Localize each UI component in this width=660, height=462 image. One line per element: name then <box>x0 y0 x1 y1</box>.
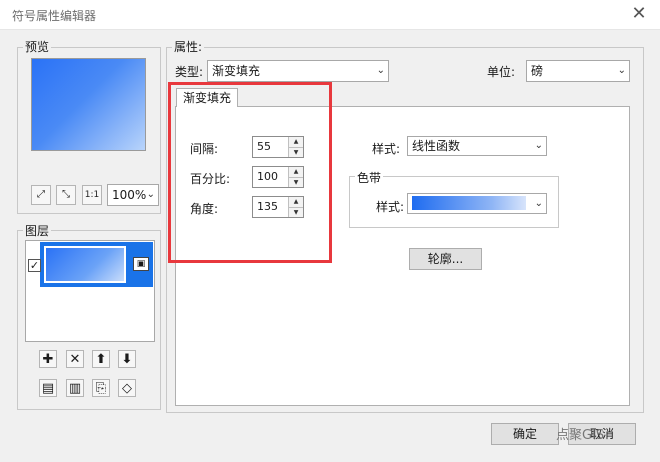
layer-thumbnail <box>44 246 126 283</box>
title-bar: 符号属性编辑器 ✕ <box>0 0 660 30</box>
chevron-down-icon: ⌄ <box>534 198 543 209</box>
type-value: 渐变填充 <box>212 64 261 78</box>
zoom-value: 100% <box>112 188 147 202</box>
move-up-icon[interactable]: ⬆ <box>92 350 110 368</box>
zoom-extent-icon[interactable]: ⤡ <box>56 185 76 205</box>
window-title: 符号属性编辑器 <box>12 9 97 23</box>
unit-select[interactable]: 磅 ⌄ <box>526 60 630 82</box>
paste-layer-icon[interactable]: ▥ <box>66 379 84 397</box>
style-select[interactable]: 线性函数 ⌄ <box>407 136 547 156</box>
layers-label: 图层 <box>23 222 52 239</box>
copy-layer-icon[interactable]: ▤ <box>39 379 57 397</box>
chevron-down-icon: ⌄ <box>534 140 543 151</box>
actual-size-icon[interactable]: 1:1 <box>82 185 102 205</box>
type-label: 类型: <box>175 65 204 79</box>
bottom-strip <box>0 448 660 462</box>
colorramp-swatch <box>412 196 526 210</box>
layer-lock-icon[interactable]: ▣ <box>133 257 149 271</box>
properties-label: 属性: <box>172 38 205 55</box>
chevron-down-icon: ⌄ <box>617 65 626 76</box>
style-label: 样式: <box>372 142 401 156</box>
preview-label: 预览 <box>23 38 52 55</box>
chevron-down-icon: ⌄ <box>376 65 385 76</box>
chevron-down-icon: ⌄ <box>146 189 155 200</box>
unit-value: 磅 <box>531 64 544 78</box>
ramp-style-label: 样式: <box>376 200 405 214</box>
zoom-fit-icon[interactable]: ⤢ <box>31 185 51 205</box>
type-select[interactable]: 渐变填充 ⌄ <box>207 60 389 82</box>
watermark: 点聚GIS <box>556 428 605 443</box>
ok-button[interactable]: 确定 <box>491 423 559 445</box>
zoom-select[interactable]: 100% ⌄ <box>107 184 159 206</box>
unit-label: 单位: <box>487 65 516 79</box>
add-layer-icon[interactable]: ✚ <box>39 350 57 368</box>
move-down-icon[interactable]: ⬇ <box>118 350 136 368</box>
highlight-box <box>168 82 332 263</box>
layer-visibility-checkbox[interactable]: ✓ <box>28 259 41 272</box>
delete-layer-icon[interactable]: ✕ <box>66 350 84 368</box>
duplicate-layer-icon[interactable]: ⎘ <box>92 379 110 397</box>
outline-button[interactable]: 轮廓... <box>409 248 482 270</box>
colorramp-label: 色带 <box>355 169 384 186</box>
style-value: 线性函数 <box>412 139 461 153</box>
clear-layer-icon[interactable]: ◇ <box>118 379 136 397</box>
close-icon[interactable]: ✕ <box>626 2 652 26</box>
preview-swatch <box>31 58 146 151</box>
